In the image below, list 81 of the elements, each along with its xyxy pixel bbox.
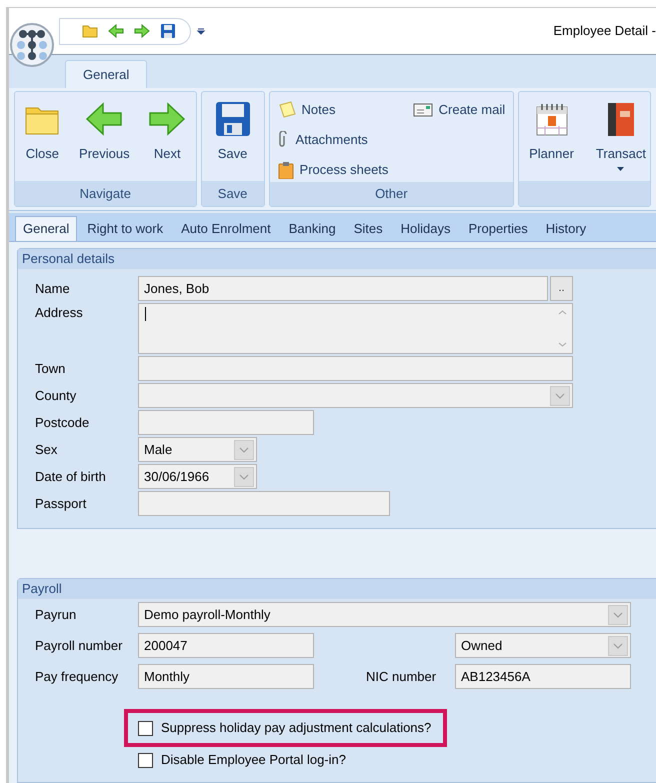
caret-icon: [617, 166, 624, 170]
text-field[interactable]: [138, 356, 573, 381]
clipboard-icon: [278, 161, 294, 179]
checkbox[interactable]: [138, 720, 153, 736]
app-logo[interactable]: [9, 22, 55, 68]
ribbon-button[interactable]: Next: [144, 92, 190, 181]
folder-icon[interactable]: [82, 24, 98, 38]
field-label: Postcode: [35, 414, 90, 432]
field-label: Address: [35, 304, 84, 322]
ribbon-button[interactable]: Attachments: [278, 128, 388, 152]
text-field[interactable]: [138, 491, 390, 516]
text-cursor: [145, 307, 146, 321]
field-label: NIC number: [366, 668, 438, 686]
tab[interactable]: Auto Enrolment: [173, 216, 279, 241]
chevron-down-icon: [239, 474, 249, 480]
customize-dropdown-icon[interactable]: [197, 27, 205, 35]
chevron-down-icon: [555, 392, 565, 398]
field-label: Payroll number: [35, 636, 124, 655]
envelope-icon: [412, 102, 433, 118]
ribbon-button[interactable]: Create mail: [412, 98, 506, 122]
forward-arrow-icon: [148, 102, 186, 136]
back-arrow-icon[interactable]: [108, 24, 124, 38]
text-field[interactable]: Jones, Bob: [138, 276, 548, 301]
ribbon-button[interactable]: Transact: [592, 92, 650, 181]
tab[interactable]: Sites: [346, 216, 391, 241]
dropdown-button[interactable]: [234, 466, 254, 486]
forward-arrow-icon[interactable]: [134, 24, 150, 38]
calendar-icon: [534, 102, 568, 136]
dropdown-field[interactable]: Owned: [455, 633, 631, 658]
tab[interactable]: General: [15, 216, 78, 241]
back-arrow-icon: [85, 102, 124, 136]
field-label: Town: [35, 360, 66, 378]
checkbox-label: Disable Employee Portal log-in?: [161, 751, 346, 770]
dropdown-button[interactable]: [234, 440, 254, 460]
ribbon-button[interactable]: Save: [210, 92, 255, 181]
sticky-note-icon: [278, 101, 296, 119]
window-title: Employee Detail -: [553, 22, 656, 40]
text-field[interactable]: [138, 410, 314, 435]
scroll-up-icon[interactable]: [558, 310, 566, 315]
tab[interactable]: History: [538, 216, 594, 241]
field-label: Sex: [35, 440, 58, 459]
ribbon-button[interactable]: Close: [20, 92, 64, 181]
section-title: Payroll: [22, 580, 62, 598]
dropdown-field[interactable]: Male: [138, 437, 257, 462]
chevron-down-icon: [613, 612, 623, 618]
ribbon-button[interactable]: Notes: [278, 98, 388, 122]
dropdown-field[interactable]: Demo payroll-Monthly: [138, 602, 631, 627]
field-label: County: [35, 386, 78, 405]
text-field[interactable]: Monthly: [138, 664, 314, 689]
field-label: Date of birth: [35, 468, 107, 486]
text-field[interactable]: 200047: [138, 633, 314, 658]
ribbon-button[interactable]: Previous: [75, 92, 134, 181]
address-field[interactable]: [138, 303, 573, 354]
chevron-down-icon: [613, 642, 623, 648]
field-label: Payrun: [35, 606, 78, 624]
dropdown-button[interactable]: [550, 386, 570, 406]
ribbon-button[interactable]: Process sheets: [278, 158, 388, 182]
checkbox-label: Suppress holiday pay adjustment calculations?: [161, 719, 432, 738]
tab[interactable]: Holidays: [392, 216, 458, 241]
chevron-down-icon: [239, 446, 249, 452]
dropdown-button[interactable]: [608, 636, 628, 656]
ribbon-tab[interactable]: General: [65, 60, 148, 88]
text-field[interactable]: AB123456A: [455, 664, 631, 689]
group-label: Other: [270, 182, 514, 206]
tab[interactable]: Banking: [280, 216, 344, 241]
tab[interactable]: Right to work: [79, 216, 172, 241]
dropdown-field[interactable]: [138, 383, 573, 408]
field-label: Passport: [35, 494, 88, 513]
field-label: Name: [35, 280, 71, 298]
group-label: Navigate: [15, 181, 196, 206]
group-label: Save: [202, 181, 264, 206]
ribbon-button[interactable]: Planner: [525, 92, 578, 181]
browse-button[interactable]: ..: [550, 276, 573, 301]
checkbox[interactable]: [138, 752, 153, 768]
dropdown-field[interactable]: 30/06/1966: [138, 464, 257, 489]
section-title: Personal details: [22, 250, 114, 268]
binder-icon: [606, 101, 636, 137]
field-label: Pay frequency: [35, 668, 120, 686]
dropdown-button[interactable]: [608, 604, 628, 624]
scroll-down-icon[interactable]: [558, 342, 566, 347]
tab[interactable]: Properties: [460, 216, 536, 241]
